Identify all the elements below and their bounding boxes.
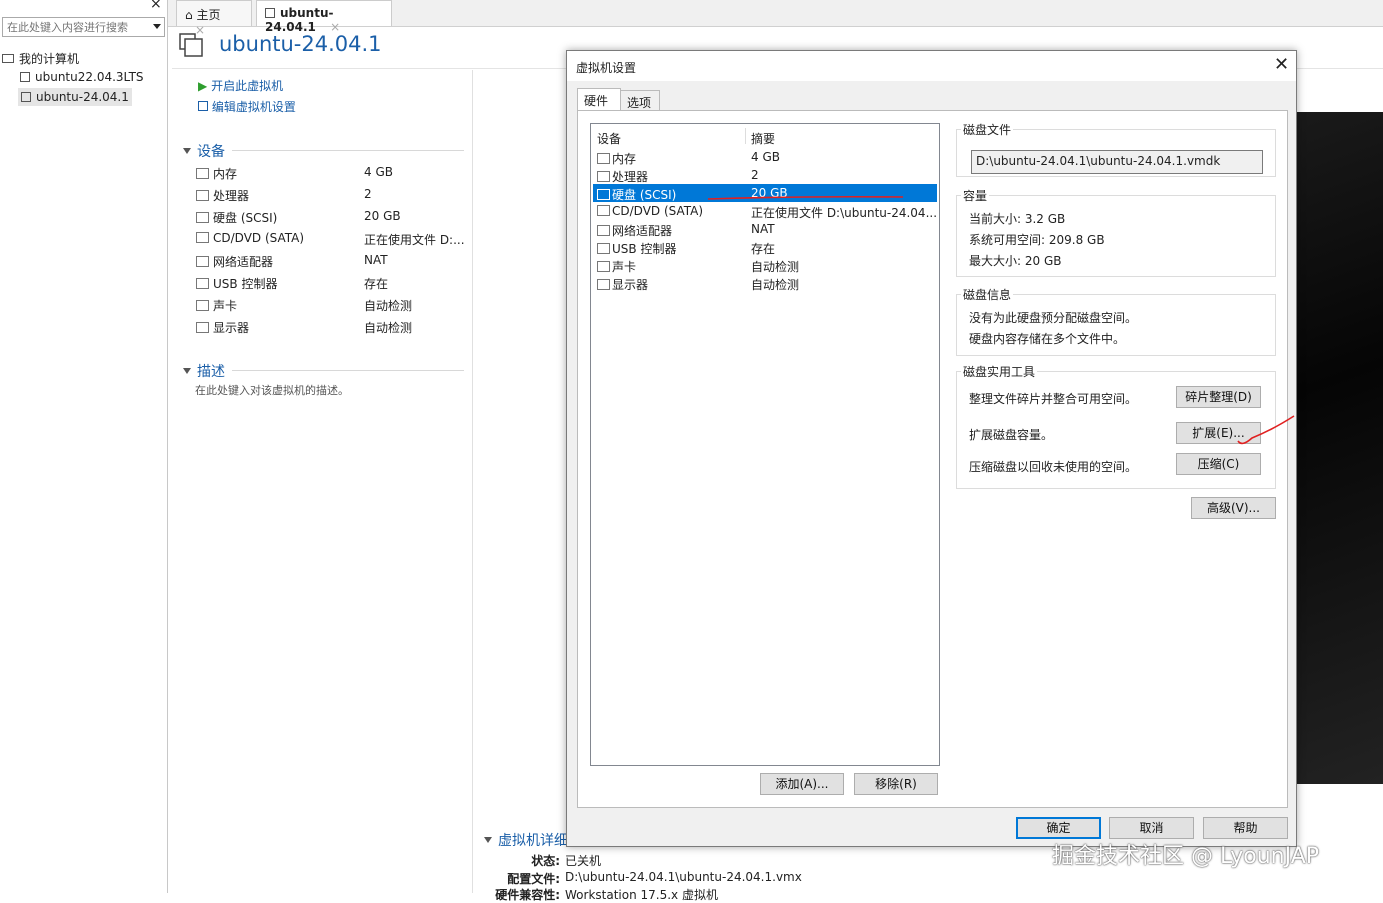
annotation-check-mark <box>1237 415 1295 445</box>
annotation-overlay <box>707 195 1295 445</box>
annotation-underline <box>707 195 904 200</box>
watermark: 掘金技术社区 @ LyounJAP <box>1052 844 1320 869</box>
